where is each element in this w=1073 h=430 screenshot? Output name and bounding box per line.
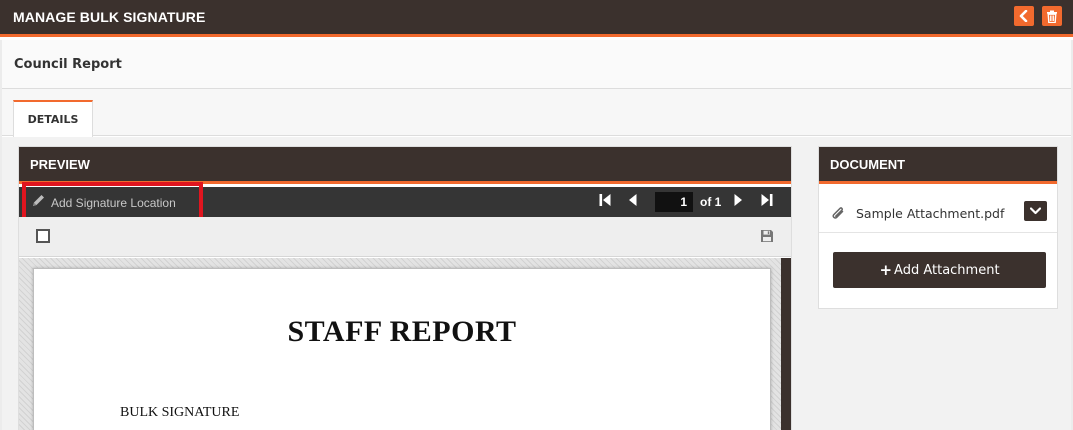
chevron-down-icon (1029, 202, 1042, 220)
document-panel: DOCUMENT Sample Attachment.pdf + Add Att… (818, 146, 1058, 309)
tab-bar: DETAILS (0, 89, 1073, 137)
document-title: DOCUMENT (830, 157, 906, 172)
page-number-input[interactable] (655, 192, 693, 212)
top-header: MANAGE BULK SIGNATURE (0, 0, 1073, 37)
record-title: Council Report (14, 57, 122, 72)
prev-page-button[interactable] (625, 193, 641, 212)
next-page-button[interactable] (730, 193, 746, 212)
caret-left-icon (627, 193, 639, 212)
document-heading: STAFF REPORT (287, 315, 517, 348)
add-attachment-label: Add Attachment (894, 262, 1000, 278)
first-page-button[interactable] (597, 193, 613, 212)
document-header: DOCUMENT (819, 147, 1057, 184)
preview-title: PREVIEW (30, 157, 90, 172)
pdf-toolbar: Add Signature Location of 1 (19, 182, 791, 222)
caret-right-icon (732, 193, 744, 212)
record-header: Council Report (0, 40, 1073, 89)
last-page-icon (760, 193, 774, 212)
page-title: MANAGE BULK SIGNATURE (13, 9, 206, 25)
pdf-viewer: STAFF REPORT BULK SIGNATURE (19, 258, 791, 430)
attachment-menu-button[interactable] (1024, 201, 1047, 221)
document-text: BULK SIGNATURE (120, 405, 240, 420)
plus-icon: + (879, 261, 893, 279)
chevron-left-icon (1019, 10, 1029, 22)
left-edge (0, 40, 2, 430)
save-icon[interactable] (760, 229, 774, 248)
page-count-label: of 1 (700, 195, 722, 209)
delete-button[interactable] (1042, 6, 1062, 26)
trash-icon (1046, 10, 1058, 23)
preview-header: PREVIEW (19, 147, 791, 184)
back-button[interactable] (1014, 6, 1034, 26)
highlight-annotation (22, 182, 203, 222)
attachment-row[interactable]: Sample Attachment.pdf (819, 187, 1057, 233)
attachment-name[interactable]: Sample Attachment.pdf (856, 206, 1004, 221)
pdf-subtoolbar (19, 217, 791, 257)
last-page-button[interactable] (759, 193, 775, 212)
preview-panel: PREVIEW Add Signature Location of 1 (18, 146, 792, 430)
pdf-page: STAFF REPORT BULK SIGNATURE (33, 268, 771, 430)
paperclip-icon (831, 207, 847, 226)
add-attachment-button[interactable]: + Add Attachment (833, 252, 1046, 288)
tab-details[interactable]: DETAILS (13, 100, 93, 137)
select-checkbox[interactable] (36, 229, 50, 243)
first-page-icon (598, 193, 612, 212)
pdf-scrollbar[interactable] (781, 258, 791, 430)
